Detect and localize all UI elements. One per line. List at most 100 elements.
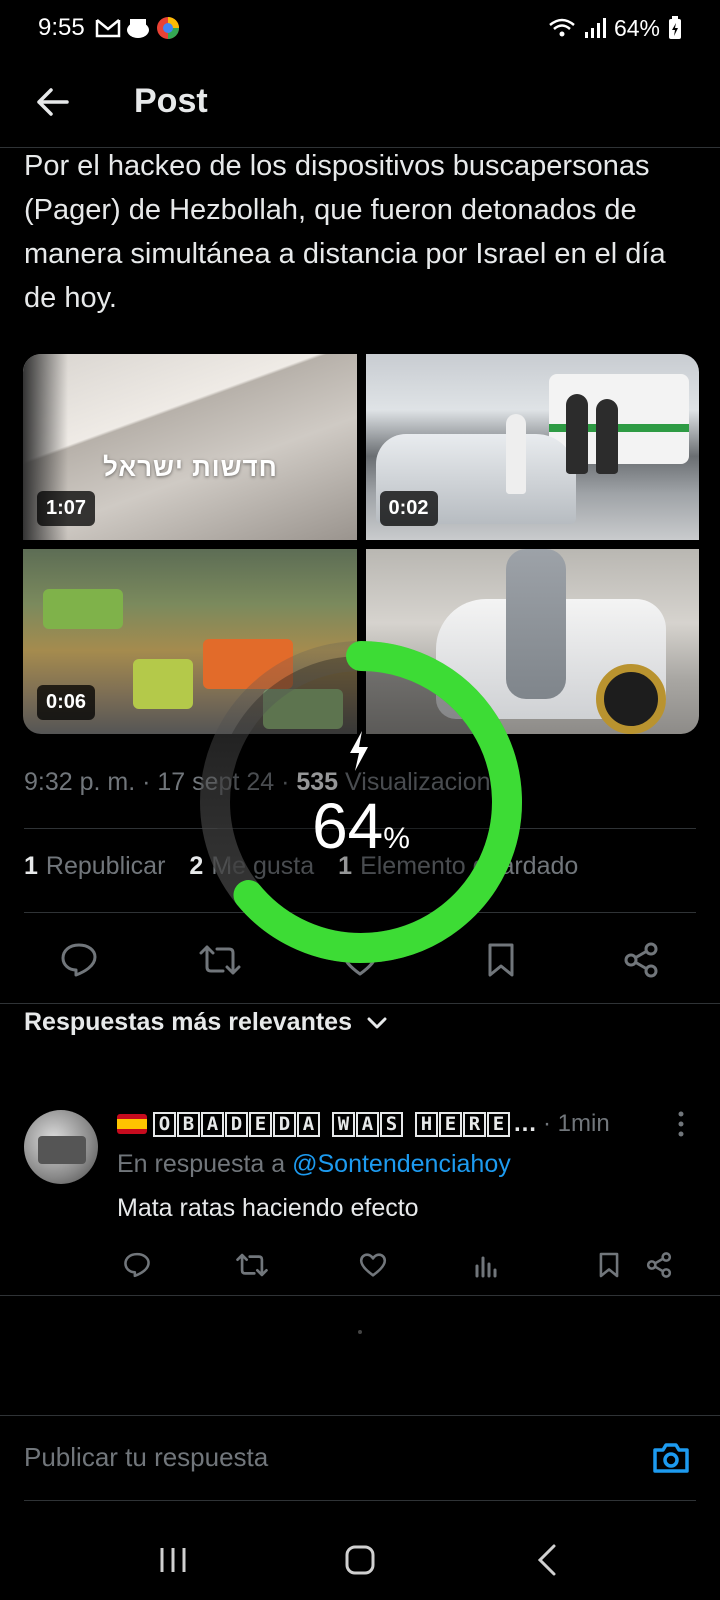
app-notification-icon (126, 19, 149, 38)
page-title: Post (134, 82, 208, 120)
reply-text: Mata ratas haciendo efecto (117, 1194, 419, 1222)
person-shape (505, 414, 526, 494)
gmail-icon (95, 19, 120, 38)
like-button[interactable] (335, 935, 385, 985)
in-reply-handle-link[interactable]: @Sontendenciahoy (292, 1150, 511, 1178)
reply-input[interactable]: Publicar tu respuesta (24, 1442, 646, 1473)
name-letter: O (153, 1111, 176, 1137)
video-thumbnail-4[interactable] (365, 548, 699, 734)
wheel-shape (595, 663, 666, 734)
bookmark-icon (599, 1252, 619, 1278)
reply-author-name[interactable]: OBADEDA WAS HERE … (117, 1110, 537, 1138)
charging-percent-sign: % (383, 822, 410, 855)
comment-icon (61, 943, 97, 977)
reply-header: OBADEDA WAS HERE … · 1min (117, 1110, 696, 1138)
post-meta: 9:32 p. m. · 17 sept 24 · 535 Visualizac… (24, 768, 517, 796)
bookmark-button[interactable] (476, 935, 526, 985)
bookmarks-count: 1 (338, 852, 353, 880)
repost-icon (199, 945, 240, 975)
reposts-stat[interactable]: 1 Republicar (24, 852, 165, 881)
produce-shape (43, 588, 123, 629)
status-right: 64% (548, 15, 682, 42)
divider (24, 828, 696, 829)
reply-time: · 1min (543, 1110, 610, 1137)
person-shape (595, 399, 618, 474)
in-reply-prefix: En respuesta a (117, 1150, 286, 1178)
replies-sort-dropdown[interactable]: Respuestas más relevantes (24, 1008, 388, 1037)
post-time: 9:32 p. m. (24, 768, 136, 796)
battery-percent: 64% (613, 14, 660, 41)
in-reply-to: En respuesta a @Sontendenciahoy (117, 1150, 511, 1179)
post-action-bar (24, 920, 696, 1000)
name-letter: S (380, 1111, 403, 1137)
name-word-2: WAS (332, 1111, 404, 1137)
video-thumbnail-1[interactable]: חדשות ישראל 1:07 (23, 354, 357, 540)
heart-icon (359, 1253, 387, 1277)
signal-icon (584, 18, 606, 38)
divider (24, 912, 696, 913)
share-button[interactable] (616, 935, 666, 985)
video-thumbnail-2[interactable]: 0:02 (365, 354, 699, 540)
share-icon (624, 942, 658, 978)
reposts-count: 1 (24, 852, 38, 880)
camera-button[interactable] (646, 1433, 696, 1483)
name-letter: A (356, 1111, 379, 1137)
produce-shape (133, 658, 193, 709)
nav-back-button[interactable] (512, 1530, 582, 1590)
loading-indicator (358, 1330, 362, 1334)
reply-bookmark-button[interactable] (589, 1245, 629, 1285)
reply-item[interactable]: OBADEDA WAS HERE … · 1min En respuesta a… (24, 1110, 696, 1290)
video-thumbnail-3[interactable]: 0:06 (23, 548, 357, 734)
wifi-icon (549, 18, 575, 37)
reply-like-button[interactable] (353, 1245, 393, 1285)
name-letter: W (332, 1111, 355, 1137)
media-grid: חדשות ישראל 1:07 0:02 0:06 (23, 354, 699, 734)
name-letter: E (249, 1111, 272, 1137)
recent-apps-button[interactable] (138, 1530, 208, 1590)
name-letter: H (415, 1111, 438, 1137)
home-button[interactable] (325, 1530, 395, 1590)
status-time: 9:55 (38, 14, 85, 41)
reply-composer: Publicar tu respuesta (24, 1415, 696, 1501)
bookmarks-label: Elemento guardado (360, 852, 579, 880)
likes-label: Me gusta (211, 852, 315, 880)
reply-button[interactable] (54, 935, 104, 985)
notification-icons (95, 15, 181, 41)
name-letter: D (273, 1111, 296, 1137)
reply-share-button[interactable] (639, 1245, 679, 1285)
camera-icon (653, 1442, 689, 1473)
lightning-bolt-icon (350, 731, 368, 771)
repost-button[interactable] (195, 935, 245, 985)
avatar[interactable] (24, 1110, 98, 1184)
name-letter: D (225, 1111, 248, 1137)
reply-reply-button[interactable] (117, 1245, 157, 1285)
video-duration: 0:02 (379, 490, 438, 526)
spain-flag-icon (117, 1114, 147, 1134)
share-icon (646, 1252, 672, 1278)
top-app-bar: Post (0, 56, 720, 148)
system-navigation-bar (0, 1520, 720, 1600)
recent-apps-icon (160, 1548, 186, 1572)
chevron-down-icon (367, 1017, 387, 1028)
views-count: 535 (296, 768, 339, 796)
name-word-3: HERE (415, 1111, 511, 1137)
battery-charging-icon (669, 16, 681, 39)
views-label: Visualizaciones (345, 768, 517, 796)
likes-stat[interactable]: 2 Me gusta (189, 852, 314, 881)
avatar-image-detail (38, 1136, 86, 1164)
browser-icon (156, 17, 179, 39)
reply-repost-button[interactable] (232, 1245, 272, 1285)
name-ellipsis: … (513, 1110, 537, 1137)
bookmarks-stat[interactable]: 1 Elemento guardado (338, 852, 578, 881)
produce-shape (203, 638, 293, 689)
post-date: 17 sept 24 (157, 768, 275, 796)
bar-chart-icon (475, 1256, 497, 1278)
back-button[interactable] (22, 72, 82, 132)
person-shape (565, 394, 588, 474)
reply-views-button[interactable] (467, 1245, 507, 1285)
produce-shape (263, 688, 343, 729)
name-letter: R (463, 1111, 486, 1137)
status-bar: 9:55 64% (0, 0, 720, 56)
more-options-button[interactable] (666, 1111, 696, 1137)
reposts-label: Republicar (45, 852, 166, 880)
